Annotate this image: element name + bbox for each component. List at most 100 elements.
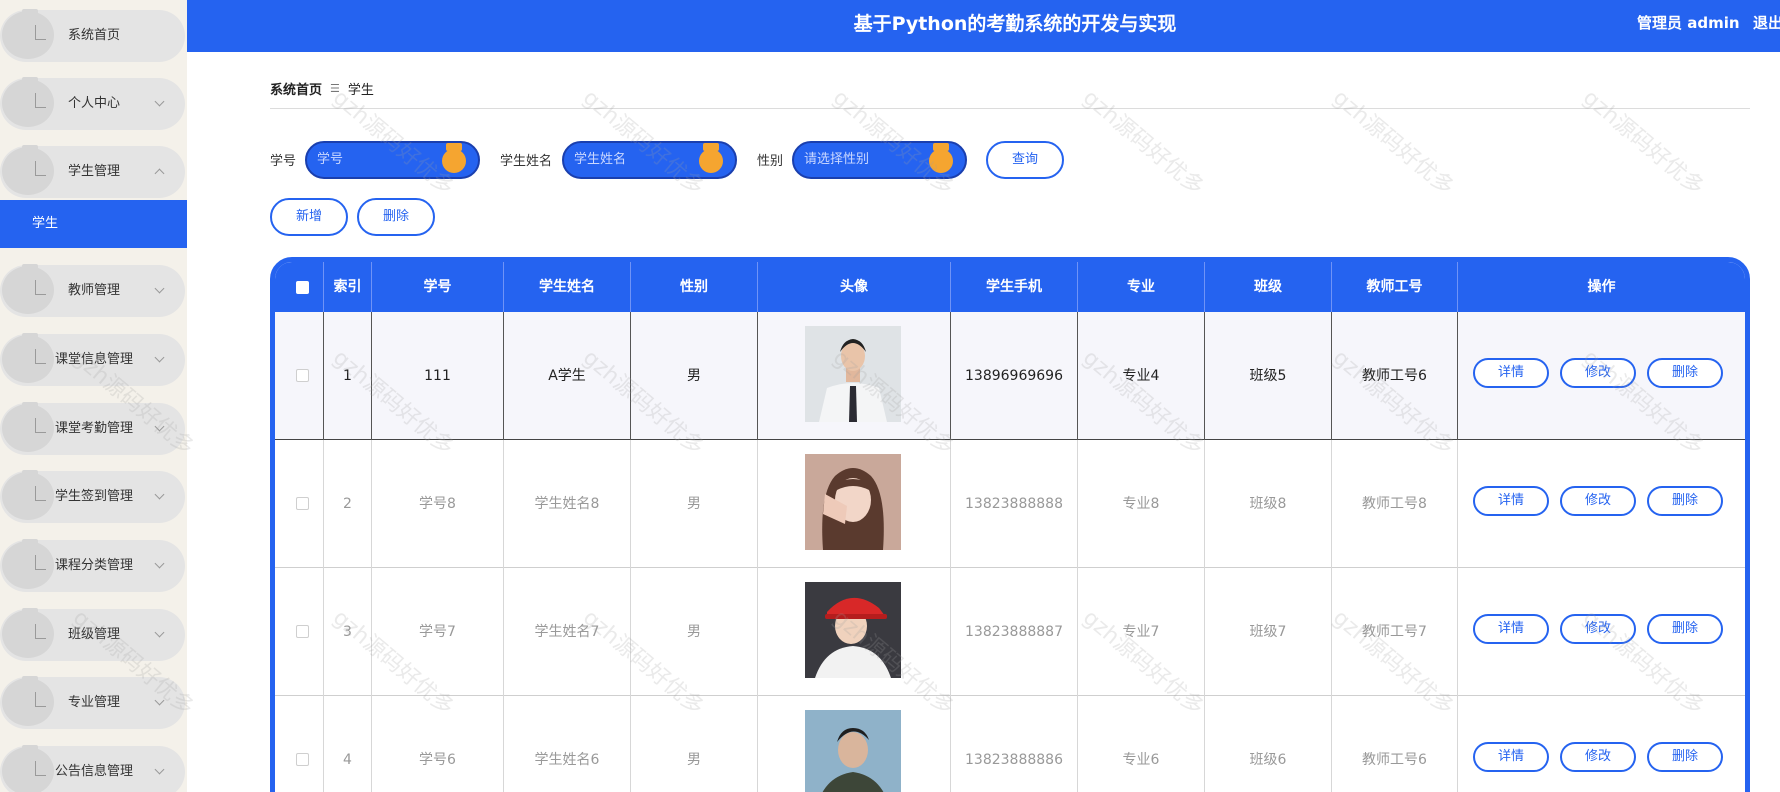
delete-row-button[interactable]: 删除 [1647, 486, 1723, 516]
logout-link[interactable]: 退出 [1753, 0, 1780, 46]
sidebar-item-course-category[interactable]: 课程分类管理 [0, 539, 185, 592]
teacher-no-cell: 教师工号8 [1332, 440, 1458, 568]
detail-button[interactable]: 详情 [1473, 486, 1549, 516]
class-cell: 班级6 [1205, 696, 1332, 792]
col-avatar: 头像 [758, 262, 951, 312]
gender-select[interactable]: 请选择性别 [792, 141, 967, 179]
edit-button[interactable]: 修改 [1560, 614, 1636, 644]
menu-icon [2, 77, 54, 127]
breadcrumb-divider [270, 108, 1750, 109]
teacher-no-cell: 教师工号7 [1332, 568, 1458, 696]
top-header: 基于Python的考勤系统的开发与实现 管理员 admin 退出 [187, 0, 1780, 52]
col-student-name: 学生姓名 [504, 262, 631, 312]
student-no-label: 学号 [270, 154, 297, 169]
avatar [805, 582, 901, 678]
watermark: gzh源码好优多 [1327, 85, 1459, 201]
detail-button[interactable]: 详情 [1473, 358, 1549, 388]
avatar-cell [758, 440, 951, 568]
medal-icon [442, 143, 466, 173]
delete-row-button[interactable]: 删除 [1647, 742, 1723, 772]
sidebar: 系统首页 个人中心 学生管理 学生 教师管理 课堂信息管理 课堂考勤管理 学生签… [0, 0, 187, 792]
sidebar-item-majors[interactable]: 专业管理 [0, 676, 185, 729]
row-checkbox[interactable] [296, 625, 309, 638]
sidebar-item-label: 系统首页 [68, 28, 121, 43]
select-cell [275, 312, 324, 440]
sidebar-item-class-info[interactable]: 课堂信息管理 [0, 333, 185, 386]
menu-icon [2, 676, 54, 726]
app-title: 基于Python的考勤系统的开发与实现 [853, 13, 1177, 35]
query-button[interactable]: 查询 [986, 141, 1064, 179]
avatar [805, 326, 901, 422]
student-no-cell: 111 [372, 312, 504, 440]
detail-button[interactable]: 详情 [1473, 742, 1549, 772]
input-placeholder: 学号 [317, 152, 344, 167]
student-name-cell: 学生姓名6 [504, 696, 631, 792]
breadcrumb: 系统首页 ☰ 学生 [270, 79, 374, 98]
edit-button[interactable]: 修改 [1560, 358, 1636, 388]
gender-label: 性别 [757, 154, 784, 169]
sidebar-item-signin[interactable]: 学生签到管理 [0, 470, 185, 523]
actions-cell: 详情 修改 删除 [1458, 568, 1745, 696]
actions-cell: 详情 修改 删除 [1458, 440, 1745, 568]
watermark: gzh源码好优多 [1077, 85, 1209, 201]
breadcrumb-home[interactable]: 系统首页 [270, 79, 322, 98]
sidebar-item-label: 学生管理 [68, 164, 121, 179]
sidebar-item-label: 专业管理 [68, 695, 121, 710]
index-cell: 1 [324, 312, 372, 440]
student-no-cell: 学号6 [372, 696, 504, 792]
edit-button[interactable]: 修改 [1560, 486, 1636, 516]
sidebar-item-students[interactable]: 学生管理 [0, 145, 185, 198]
menu-icon [2, 402, 54, 452]
select-cell [275, 440, 324, 568]
select-cell [275, 568, 324, 696]
menu-icon [2, 145, 54, 195]
index-cell: 3 [324, 568, 372, 696]
sidebar-item-classes[interactable]: 班级管理 [0, 608, 185, 661]
sidebar-item-notices[interactable]: 公告信息管理 [0, 745, 185, 792]
sidebar-item-teachers[interactable]: 教师管理 [0, 264, 185, 317]
delete-button[interactable]: 删除 [357, 198, 435, 236]
input-placeholder: 请选择性别 [804, 152, 870, 167]
row-checkbox[interactable] [296, 753, 309, 766]
index-cell: 2 [324, 440, 372, 568]
major-cell: 专业7 [1078, 568, 1205, 696]
breadcrumb-separator-icon: ☰ [330, 82, 340, 95]
col-student-no: 学号 [372, 262, 504, 312]
edit-button[interactable]: 修改 [1560, 742, 1636, 772]
medal-icon [929, 143, 953, 173]
student-no-cell: 学号8 [372, 440, 504, 568]
student-no-input[interactable]: 学号 [305, 141, 480, 179]
sidebar-item-attendance[interactable]: 课堂考勤管理 [0, 402, 185, 455]
delete-row-button[interactable]: 删除 [1647, 358, 1723, 388]
detail-button[interactable]: 详情 [1473, 614, 1549, 644]
student-name-cell: 学生姓名8 [504, 440, 631, 568]
student-name-cell: A学生 [504, 312, 631, 440]
table-row: 4 学号6 学生姓名6 男 13823888886 专业6 班级6 教师工号6 … [275, 696, 1745, 792]
sidebar-item-home[interactable]: 系统首页 [0, 9, 185, 62]
sidebar-subitem-student[interactable]: 学生 [0, 200, 187, 248]
student-table: 索引 学号 学生姓名 性别 头像 学生手机 专业 班级 教师工号 操作 1 11… [270, 257, 1750, 792]
row-checkbox[interactable] [296, 369, 309, 382]
medal-icon [699, 143, 723, 173]
col-gender: 性别 [631, 262, 758, 312]
select-all-checkbox[interactable] [296, 281, 309, 294]
phone-cell: 13896969696 [951, 312, 1078, 440]
avatar [805, 454, 901, 550]
major-cell: 专业4 [1078, 312, 1205, 440]
menu-icon [2, 470, 54, 520]
student-no-cell: 学号7 [372, 568, 504, 696]
row-checkbox[interactable] [296, 497, 309, 510]
gender-cell: 男 [631, 312, 758, 440]
menu-icon [2, 264, 54, 314]
col-major: 专业 [1078, 262, 1205, 312]
avatar [805, 710, 901, 792]
table-row: 2 学号8 学生姓名8 男 13823888888 专业8 班级8 教师工号8 … [275, 440, 1745, 568]
sidebar-item-label: 教师管理 [68, 283, 121, 298]
delete-row-button[interactable]: 删除 [1647, 614, 1723, 644]
add-button[interactable]: 新增 [270, 198, 348, 236]
student-name-input[interactable]: 学生姓名 [562, 141, 737, 179]
watermark: gzh源码好优多 [1577, 85, 1709, 201]
sidebar-item-profile[interactable]: 个人中心 [0, 77, 185, 130]
major-cell: 专业6 [1078, 696, 1205, 792]
menu-icon [2, 608, 54, 658]
